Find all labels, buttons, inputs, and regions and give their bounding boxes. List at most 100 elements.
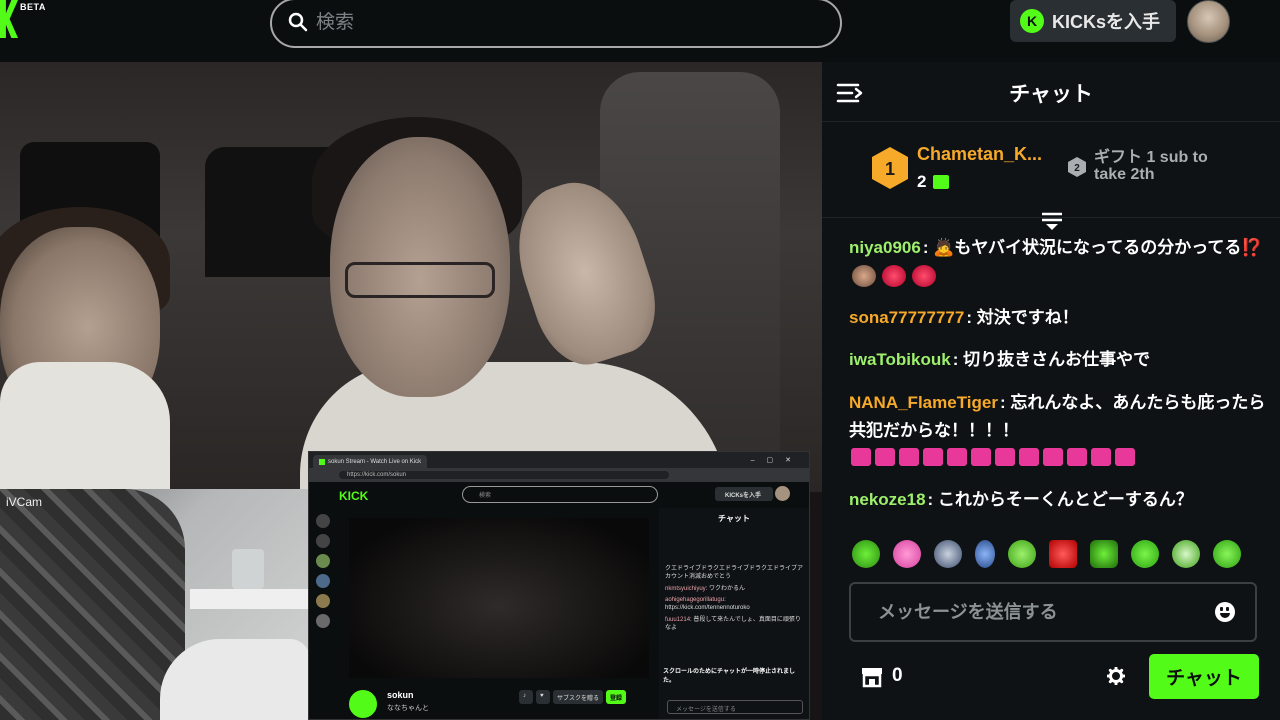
mini-chat-input: メッセージを送信する bbox=[667, 700, 803, 714]
gift-icon bbox=[933, 175, 950, 189]
kick-favicon-icon bbox=[319, 458, 325, 465]
emote-row bbox=[849, 447, 1269, 467]
chat-messages: niya0906: 🙇もヤバイ状況になってるの分かってる⁉️ sona77777… bbox=[822, 234, 1280, 524]
mini-streamer-avatar bbox=[349, 690, 377, 718]
mini-chat: チャット クエドライブドラクエドライブドラクエドライブアカウント消滅おめでとう … bbox=[659, 508, 809, 719]
mini-sidebar bbox=[309, 508, 337, 719]
person-emote-icon[interactable] bbox=[934, 540, 962, 568]
pink-star-emote-icon bbox=[851, 448, 871, 467]
chat-username[interactable]: sona77777777 bbox=[849, 308, 964, 327]
window-controls-icon: –▢✕ bbox=[750, 457, 803, 464]
list-item: fuuu1214: 普段して来たんでしょ、真面目に頑張りなよ bbox=[665, 616, 801, 631]
mini-url: https://kick.com/sokun bbox=[339, 471, 669, 479]
zero-emote-icon[interactable] bbox=[1049, 540, 1077, 568]
mini-heart-icon: ♥ bbox=[536, 690, 550, 704]
emoji-picker-icon[interactable] bbox=[1215, 602, 1235, 622]
get-kicks-label: KICKsを入手 bbox=[1052, 12, 1161, 32]
face-emote-icon bbox=[852, 265, 876, 288]
pink-star-emote-icon bbox=[971, 448, 991, 467]
red-emote-icon bbox=[912, 265, 936, 288]
mini-tab: sokun Stream - Watch Live on Kick bbox=[313, 455, 428, 468]
pink-star-emote-icon bbox=[1043, 448, 1063, 467]
chat-message: sona77777777: 対決ですね！ bbox=[849, 304, 1269, 332]
chat-username[interactable]: nekoze18 bbox=[849, 490, 926, 509]
kick-logo-icon bbox=[0, 0, 18, 38]
gear-icon[interactable] bbox=[1107, 667, 1125, 685]
pink-star-emote-icon bbox=[1019, 448, 1039, 467]
webcam-overlay: iVCam bbox=[0, 489, 310, 720]
pink-star-emote-icon bbox=[875, 448, 895, 467]
next-gift-text: ギフト 1 sub to take 2th bbox=[1094, 149, 1208, 183]
smile-emote-icon[interactable] bbox=[1131, 540, 1159, 568]
chat-message: niya0906: 🙇もヤバイ状況になってるの分かってる⁉️ bbox=[849, 234, 1269, 290]
pink-star-emote-icon bbox=[923, 448, 943, 467]
mini-follow-button: 登録 bbox=[606, 690, 627, 704]
channel-points-count: 0 bbox=[892, 665, 903, 686]
red-emote-icon bbox=[882, 265, 906, 288]
top-gifter-name[interactable]: Chametan_K... bbox=[917, 144, 1042, 165]
chat-input-box[interactable] bbox=[849, 582, 1257, 642]
mini-avatar bbox=[775, 486, 790, 501]
svg-text:2: 2 bbox=[1074, 163, 1080, 174]
store-icon[interactable] bbox=[860, 666, 884, 688]
mini-streamer-title: ななちゃんと bbox=[387, 705, 429, 712]
quick-emote-bar bbox=[852, 540, 1272, 572]
mini-bell-icon: ♪ bbox=[519, 690, 533, 704]
pink-star-emote-icon bbox=[1091, 448, 1111, 467]
mini-video bbox=[349, 518, 649, 678]
video-player[interactable]: iVCam sokun Stream - Watch Live on Kick … bbox=[0, 62, 822, 720]
rank-2-badge-icon: 2 bbox=[1067, 156, 1087, 178]
chat-text: : これからそーくんとどーするん？ bbox=[927, 490, 1193, 509]
chat-title: チャット bbox=[1009, 83, 1093, 106]
camera-watermark: iVCam bbox=[6, 495, 43, 509]
send-chat-button[interactable]: チャット bbox=[1149, 654, 1259, 699]
nested-browser-capture: sokun Stream - Watch Live on Kick –▢✕ ht… bbox=[308, 451, 810, 720]
pink-star-emote-icon bbox=[947, 448, 967, 467]
top-gifter-count: 2 bbox=[917, 172, 927, 191]
search-bar[interactable] bbox=[270, 0, 842, 48]
mini-kicks-button: KICKsを入手 bbox=[715, 487, 773, 501]
angel-emote-icon[interactable] bbox=[1008, 540, 1036, 568]
rank-1-badge-icon: 1 bbox=[870, 146, 910, 190]
get-kicks-button[interactable]: K KICKsを入手 bbox=[1010, 0, 1176, 42]
pink-star-emote-icon bbox=[899, 448, 919, 467]
chat-text: : 🙇もヤバイ状況になってるの分かってる⁉️ bbox=[922, 238, 1263, 257]
chat-message: nekoze18: これからそーくんとどーするん？ bbox=[849, 486, 1269, 514]
pink-hand-emote-icon[interactable] bbox=[893, 540, 921, 568]
chat-text: : 対決ですね！ bbox=[966, 308, 1079, 327]
glasses-emote-icon[interactable] bbox=[1172, 540, 1200, 568]
chat-username[interactable]: niya0906 bbox=[849, 238, 921, 257]
chat-username[interactable]: NANA_FlameTiger bbox=[849, 393, 998, 412]
stream-scene bbox=[0, 62, 822, 512]
happy-emote-icon[interactable] bbox=[1213, 540, 1241, 568]
kick-logo[interactable]: BETA bbox=[0, 0, 60, 40]
list-item: nkmtsyuichiyuy: ワクわかるん bbox=[665, 585, 746, 592]
chat-panel: チャット 1 Chametan_K... 2 2 ギフト 1 sub to ta… bbox=[822, 62, 1280, 720]
list-item: クエドライブドラクエドライブドラクエドライブアカウント消滅おめでとう bbox=[665, 566, 804, 580]
chat-text: : 切り抜きさんお仕事やで bbox=[952, 350, 1151, 369]
top-bar: BETA K KICKsを入手 bbox=[0, 0, 1280, 62]
pink-star-emote-icon bbox=[1115, 448, 1135, 467]
search-icon bbox=[288, 12, 308, 32]
angry-emote-icon[interactable] bbox=[1090, 540, 1118, 568]
mini-streamer-name: sokun bbox=[387, 690, 414, 700]
pink-star-emote-icon bbox=[995, 448, 1015, 467]
chat-header: チャット bbox=[822, 62, 1280, 122]
chat-username[interactable]: iwaTobikouk bbox=[849, 350, 951, 369]
green-face-emote-icon[interactable] bbox=[852, 540, 880, 568]
expand-pinned-icon[interactable] bbox=[1040, 211, 1064, 231]
mini-subscribe-button: サブスクを贈る bbox=[553, 690, 604, 704]
gift-leaderboard: 1 Chametan_K... 2 2 ギフト 1 sub to take 2t… bbox=[822, 122, 1280, 218]
mini-search: 検索 bbox=[462, 486, 658, 503]
mini-chat-paused-notice: スクロールのためにチャットが一時停止されました。 bbox=[659, 664, 809, 686]
search-input[interactable] bbox=[316, 8, 816, 38]
list-item: aohigehagegorillatugu: https://kick.com/… bbox=[665, 597, 750, 612]
mini-logo: KICK bbox=[339, 489, 369, 503]
chat-message: iwaTobikouk: 切り抜きさんお仕事やで bbox=[849, 346, 1269, 374]
chat-message: NANA_FlameTiger: 忘れんなよ、あんたらも庇ったら共犯だからな！！… bbox=[849, 389, 1269, 467]
tool-emote-icon[interactable] bbox=[975, 540, 995, 568]
pink-star-emote-icon bbox=[1067, 448, 1087, 467]
beta-badge: BETA bbox=[20, 2, 46, 12]
chat-message-input[interactable] bbox=[878, 600, 1198, 624]
user-avatar[interactable] bbox=[1187, 0, 1230, 43]
